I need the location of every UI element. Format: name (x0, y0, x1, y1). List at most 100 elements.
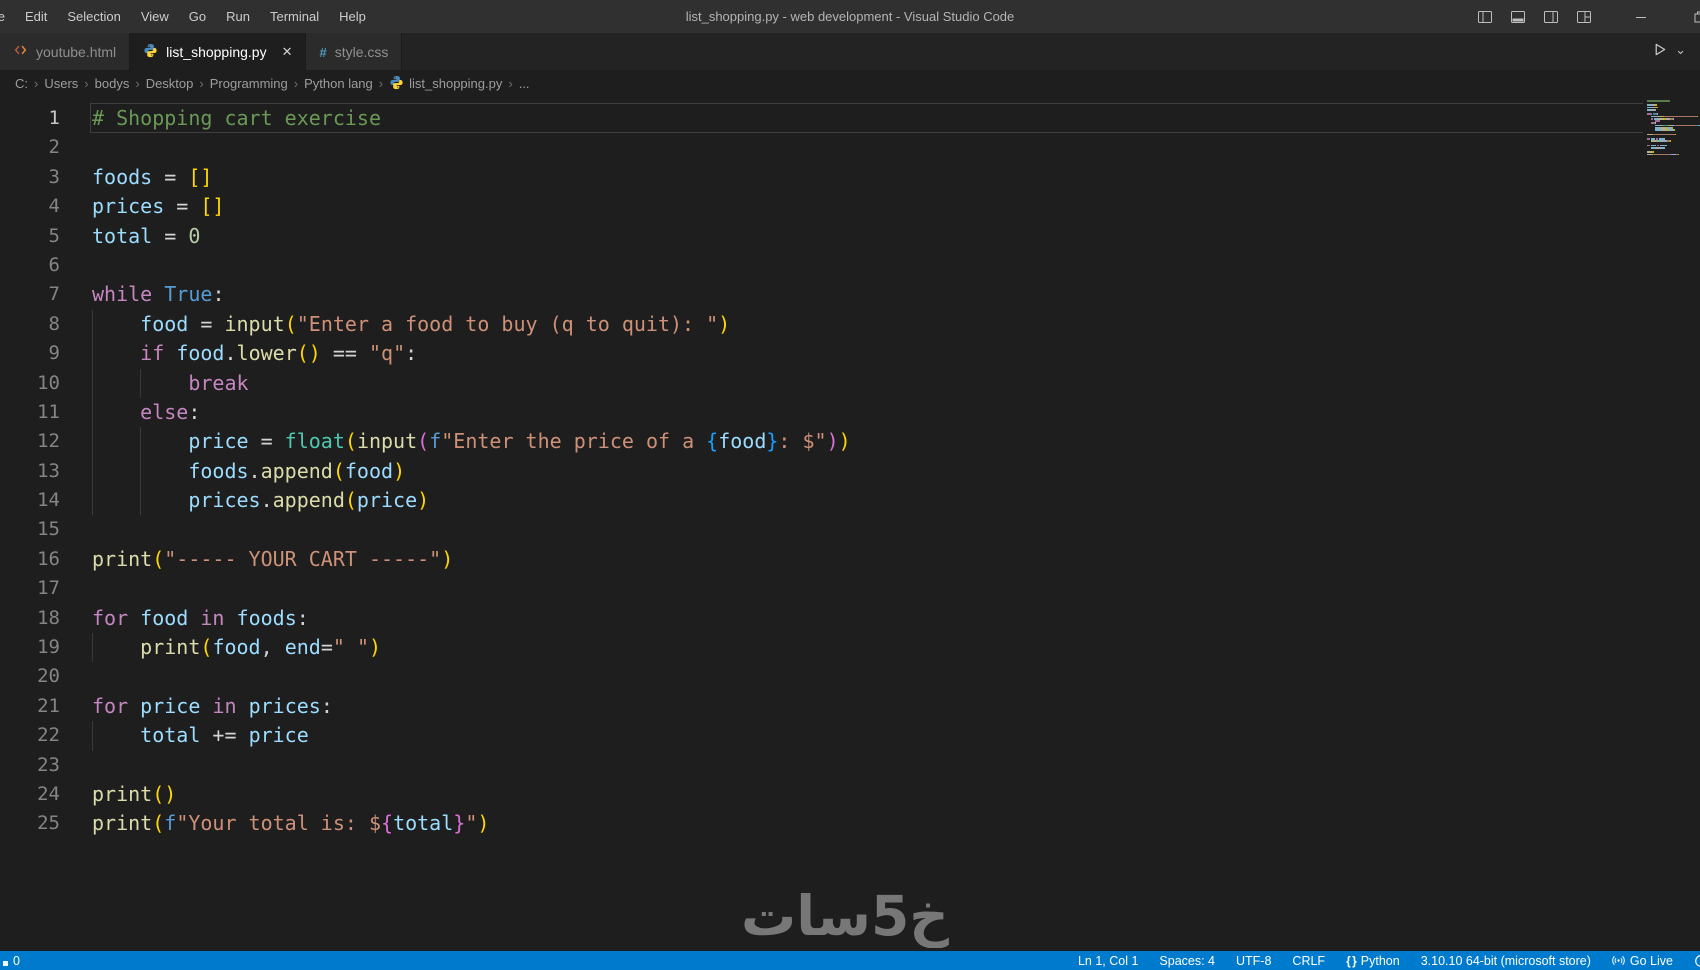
line-number: 7 (48, 283, 60, 306)
code-text: total += price (140, 723, 309, 748)
code-line-25[interactable]: 25 print(f"Your total is: ${total}") (0, 809, 1700, 838)
breadcrumb: C: › Users › bodys › Desktop › Programming › Pytho… (0, 70, 1700, 97)
breadcrumb-label: Desktop (145, 76, 194, 91)
status-cursor-position[interactable]: Ln 1, Col 1 (1078, 951, 1138, 970)
code-line-23[interactable]: 23 (0, 751, 1700, 780)
tab-list_shopping-py[interactable]: list_shopping.py ✕ (130, 33, 307, 70)
breadcrumb-item-c-[interactable]: C: (15, 76, 28, 91)
status-go-live[interactable]: Go Live (1612, 951, 1673, 970)
menu-file[interactable]: File (0, 0, 15, 33)
line-number: 21 (37, 694, 60, 717)
status-indentation[interactable]: Spaces: 4 (1159, 951, 1215, 970)
code-editor[interactable]: 1 # Shopping cart exercise 2 3 foods = [] 4 pr… (0, 97, 1700, 951)
layout-sidebar-left-icon[interactable] (1477, 9, 1493, 25)
line-number: 18 (37, 606, 60, 629)
code-text: food = input("Enter a food to buy (q to … (140, 311, 731, 336)
code-line-19[interactable]: 19 print(food, end=" ") (0, 633, 1700, 663)
code-line-1[interactable]: 1 # Shopping cart exercise (0, 102, 1700, 134)
code-line-11[interactable]: 11 else: (0, 397, 1700, 428)
code-text: else: (140, 399, 201, 424)
indent-guide (92, 397, 93, 428)
breadcrumb-item-list_shopping-py[interactable]: list_shopping.py (389, 75, 502, 93)
breadcrumb-separator: › (199, 76, 204, 91)
partial-circle-icon (1694, 954, 1700, 968)
close-icon[interactable]: ✕ (282, 44, 293, 60)
status-eol-label: CRLF (1292, 953, 1326, 968)
status-edge-partial[interactable] (1694, 951, 1700, 970)
code-line-6[interactable]: 6 (0, 251, 1700, 280)
line-number: 15 (37, 518, 60, 541)
code-line-2[interactable]: 2 (0, 133, 1700, 162)
chevron-down-icon[interactable]: ⌄ (1675, 42, 1686, 58)
title-bar: FileEditSelectionViewGoRunTerminalHelp l… (0, 0, 1700, 33)
status-bar-left: 0 (3, 951, 20, 970)
indent-guide (92, 721, 93, 751)
code-line-18[interactable]: 18 for food in foods: (0, 604, 1700, 633)
breadcrumb-item-programming[interactable]: Programming (210, 76, 288, 91)
code-line-8[interactable]: 8 food = input("Enter a food to buy (q t… (0, 309, 1700, 340)
breadcrumb-item-python-lang[interactable]: Python lang (304, 76, 373, 91)
code-line-17[interactable]: 17 (0, 574, 1700, 603)
code-text: # Shopping cart exercise (92, 106, 381, 130)
breadcrumb-separator: › (34, 76, 39, 91)
code-line-7[interactable]: 7 while True: (0, 280, 1700, 309)
code-line-12[interactable]: 12 price = float(input(f"Enter the price… (0, 427, 1700, 457)
code-text: price = float(input(f"Enter the price of… (188, 429, 851, 454)
menu-view[interactable]: View (131, 0, 179, 33)
khamsat-watermark: خ5سات (741, 884, 949, 948)
menu-edit[interactable]: Edit (15, 0, 57, 33)
code-text: if food.lower() == "q": (140, 341, 418, 366)
breadcrumb-label: Programming (209, 76, 288, 91)
breadcrumb-item-desktop[interactable]: Desktop (146, 76, 194, 91)
status-language-mode[interactable]: { } Python (1346, 951, 1400, 970)
code-line-24[interactable]: 24 print() (0, 780, 1700, 809)
tab-style-css[interactable]: # style.css (306, 33, 403, 70)
code-line-20[interactable]: 20 (0, 662, 1700, 691)
code-line-15[interactable]: 15 (0, 515, 1700, 544)
line-number: 22 (37, 724, 60, 747)
breadcrumb-label: bodys (94, 76, 130, 91)
breadcrumb-item-users[interactable]: Users (44, 76, 78, 91)
menu-go[interactable]: Go (179, 0, 216, 33)
indent-guide (92, 486, 93, 516)
layout-sidebar-right-icon[interactable] (1543, 9, 1559, 25)
code-line-22[interactable]: 22 total += price (0, 721, 1700, 751)
editor-actions: ⌄ (1652, 33, 1700, 70)
breadcrumb-separator: › (84, 76, 89, 91)
code-line-10[interactable]: 10 break (0, 368, 1700, 398)
code-line-5[interactable]: 5 total = 0 (0, 222, 1700, 251)
code-line-9[interactable]: 9 if food.lower() == "q": (0, 339, 1700, 369)
menu-help[interactable]: Help (329, 0, 376, 33)
indent-guide (92, 456, 93, 487)
code-line-4[interactable]: 4 prices = [] (0, 192, 1700, 221)
css-icon: # (319, 44, 327, 60)
breadcrumb-label: C: (15, 76, 28, 91)
indent-guide (92, 368, 93, 398)
breadcrumb-label: ... (518, 76, 530, 91)
status-encoding[interactable]: UTF-8 (1236, 951, 1271, 970)
breadcrumb-separator: › (135, 76, 140, 91)
menu-run[interactable]: Run (216, 0, 260, 33)
code-line-21[interactable]: 21 for price in prices: (0, 692, 1700, 721)
layout-panel-icon[interactable] (1510, 9, 1526, 25)
minimize-icon[interactable] (1633, 9, 1649, 25)
menu-selection[interactable]: Selection (57, 0, 130, 33)
html-icon (13, 43, 28, 60)
breadcrumb-item--[interactable]: ... (519, 76, 530, 91)
line-number: 11 (37, 400, 60, 423)
status-problems[interactable]: 0 (3, 951, 20, 970)
run-file-button[interactable] (1652, 42, 1667, 62)
breadcrumb-item-bodys[interactable]: bodys (95, 76, 130, 91)
tab-label: list_shopping.py (166, 43, 267, 60)
code-line-14[interactable]: 14 prices.append(price) (0, 486, 1700, 516)
status-eol[interactable]: CRLF (1292, 951, 1325, 970)
minimap[interactable] (1643, 100, 1700, 156)
code-line-16[interactable]: 16 print("----- YOUR CART -----") (0, 545, 1700, 574)
restore-icon[interactable] (1692, 9, 1700, 25)
menu-terminal[interactable]: Terminal (260, 0, 329, 33)
code-line-3[interactable]: 3 foods = [] (0, 163, 1700, 192)
tab-youtube-html[interactable]: youtube.html (0, 33, 131, 70)
layout-customize-icon[interactable] (1576, 9, 1592, 25)
status-python-interpreter[interactable]: 3.10.10 64-bit (microsoft store) (1421, 951, 1591, 970)
code-line-13[interactable]: 13 foods.append(food) (0, 456, 1700, 487)
